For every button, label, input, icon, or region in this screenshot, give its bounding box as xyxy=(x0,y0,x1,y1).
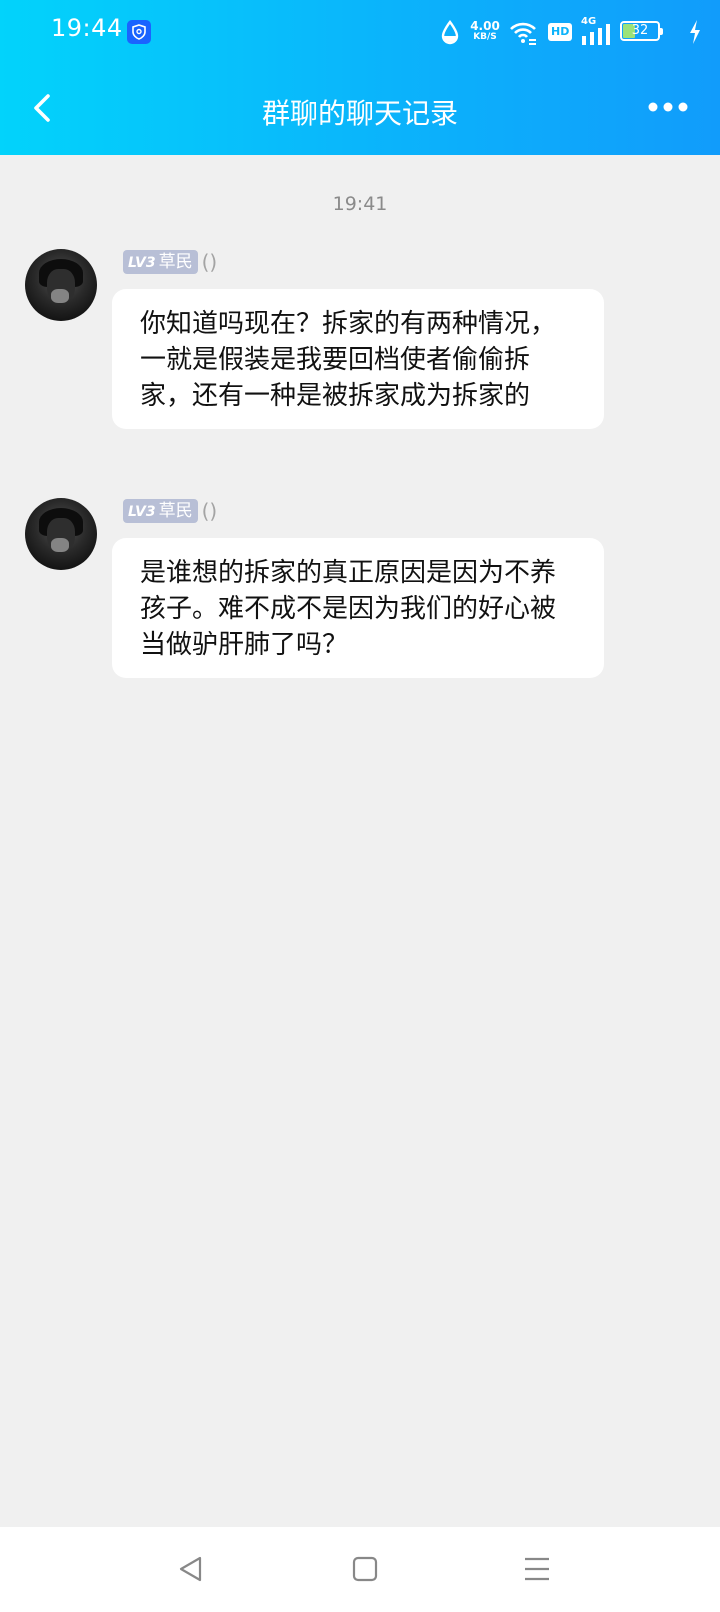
network-speed-unit: KB/S xyxy=(473,32,497,42)
back-triangle-icon[interactable] xyxy=(176,1554,206,1584)
network-speed: 4.00 KB/S xyxy=(468,20,502,42)
badge-rank: 草民 xyxy=(158,501,193,521)
badge-level: LV3 xyxy=(128,255,156,271)
battery-icon: 32 xyxy=(620,21,663,41)
data-saver-drop-icon xyxy=(441,20,459,45)
status-time: 19:44 xyxy=(51,14,123,42)
badge-rank: 草民 xyxy=(158,252,193,272)
battery-level: 32 xyxy=(631,23,649,38)
avatar[interactable] xyxy=(25,249,97,321)
badge-level: LV3 xyxy=(128,504,156,520)
network-speed-value: 4.00 xyxy=(470,19,500,33)
home-square-icon[interactable] xyxy=(350,1554,380,1584)
sender-nickname[interactable]: () xyxy=(202,250,218,274)
charging-bolt-icon xyxy=(690,20,700,44)
security-shield-icon xyxy=(127,20,151,44)
sender-info: LV3 草民() xyxy=(123,250,217,276)
page-title: 群聊的聊天记录 xyxy=(261,97,458,130)
status-bar: 19:44 4.00 KB/S HD 4G 32 xyxy=(0,0,720,66)
recent-apps-menu-icon[interactable] xyxy=(522,1554,552,1584)
more-options-icon[interactable] xyxy=(648,100,688,114)
avatar[interactable] xyxy=(25,498,97,570)
member-level-badge: LV3 草民 xyxy=(123,250,198,274)
navigation-bar: 群聊的聊天记录 xyxy=(0,66,720,155)
member-level-badge: LV3 草民 xyxy=(123,499,198,523)
hd-volte-icon: HD xyxy=(548,23,573,41)
top-bar: 19:44 4.00 KB/S HD 4G 32 群聊的聊天记录 xyxy=(0,0,720,155)
chat-history[interactable]: 19:41 LV3 草民() 你知道吗现在？拆家的有两种情况，一就是假装是我要回档… xyxy=(0,155,720,1527)
wifi-icon xyxy=(510,22,536,45)
sender-nickname[interactable]: () xyxy=(202,499,218,523)
message-timestamp: 19:41 xyxy=(332,193,388,215)
message-bubble[interactable]: 你知道吗现在？拆家的有两种情况，一就是假装是我要回档使者偷偷拆家，还有一种是被拆… xyxy=(112,289,604,429)
sender-info: LV3 草民() xyxy=(123,499,217,525)
message-bubble[interactable]: 是谁想的拆家的真正原因是因为不养孩子。难不成不是因为我们的好心被当做驴肝肺了吗？ xyxy=(112,538,604,678)
cellular-signal-icon: 4G xyxy=(581,16,615,46)
system-navigation-bar xyxy=(0,1527,720,1612)
